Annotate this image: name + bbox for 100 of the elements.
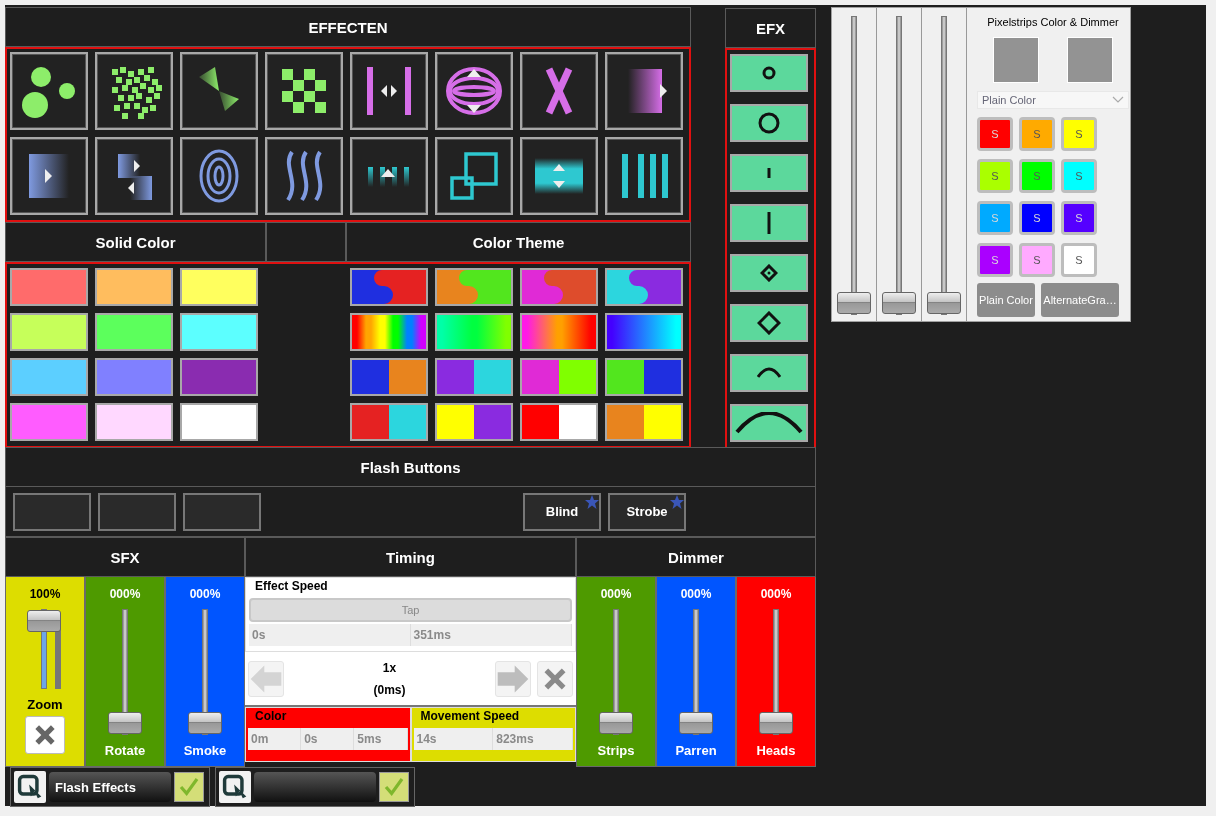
color-button[interactable]	[95, 403, 173, 441]
color-theme-button[interactable]	[520, 268, 598, 306]
short-line-icon	[767, 168, 771, 178]
slider-handle[interactable]	[599, 712, 633, 734]
flash-button[interactable]	[98, 492, 176, 531]
time-field[interactable]: 0s	[249, 624, 411, 646]
percent-label: 000%	[189, 587, 221, 603]
efx-button[interactable]	[730, 354, 808, 392]
color-theme-button[interactable]	[520, 403, 598, 441]
efx-button[interactable]	[730, 104, 808, 142]
color-button[interactable]: S	[977, 159, 1013, 193]
time-field[interactable]: 14s	[413, 728, 494, 750]
color-button[interactable]: S	[1019, 159, 1055, 193]
color-theme-button[interactable]	[605, 268, 683, 306]
color-theme-button[interactable]	[350, 313, 428, 351]
check-button[interactable]	[174, 772, 204, 802]
effect-button[interactable]	[180, 137, 258, 215]
preset-dropdown[interactable]: Plain Color	[977, 91, 1129, 109]
color-button[interactable]: S	[1019, 243, 1055, 277]
color-button[interactable]	[180, 313, 258, 351]
effect-button[interactable]	[350, 137, 428, 215]
color-theme-button[interactable]	[435, 313, 513, 351]
flash-button[interactable]: Strobe	[608, 492, 686, 531]
slider-handle[interactable]	[188, 712, 222, 734]
color-button[interactable]	[95, 313, 173, 351]
cue-name-field[interactable]	[254, 772, 376, 802]
flash-button[interactable]: Blind	[523, 492, 601, 531]
effect-button[interactable]	[265, 52, 343, 130]
color-button[interactable]	[180, 268, 258, 306]
effect-button[interactable]	[10, 52, 88, 130]
color-button[interactable]	[10, 403, 88, 441]
reset-button[interactable]	[25, 716, 65, 754]
color-button[interactable]	[95, 358, 173, 396]
clear-button[interactable]	[537, 660, 573, 697]
color-theme-button[interactable]	[435, 268, 513, 306]
color-button[interactable]	[10, 358, 88, 396]
flash-button[interactable]	[13, 492, 91, 531]
effect-button[interactable]	[520, 137, 598, 215]
color-button[interactable]	[180, 403, 258, 441]
color-theme-button[interactable]	[350, 403, 428, 441]
slider-handle[interactable]	[882, 292, 916, 314]
color-theme-button[interactable]	[520, 358, 598, 396]
color-button[interactable]	[95, 268, 173, 306]
effect-button[interactable]	[180, 52, 258, 130]
slider-handle[interactable]	[759, 712, 793, 734]
color-button[interactable]: S	[977, 243, 1013, 277]
color-theme-button[interactable]	[605, 313, 683, 351]
effect-button[interactable]	[265, 137, 343, 215]
slider-handle[interactable]	[27, 610, 61, 632]
color-theme-button[interactable]	[350, 358, 428, 396]
color-button[interactable]	[10, 268, 88, 306]
section-header: SFX	[5, 537, 245, 577]
color-button[interactable]: S	[1019, 201, 1055, 235]
time-field[interactable]: 351ms	[410, 624, 572, 646]
color-theme-button[interactable]	[350, 268, 428, 306]
slider-label: Strips	[597, 743, 635, 758]
effect-button[interactable]	[435, 52, 513, 130]
color-theme-button[interactable]	[605, 358, 683, 396]
effect-button[interactable]	[95, 137, 173, 215]
effect-button[interactable]	[95, 52, 173, 130]
cue-button[interactable]	[14, 771, 46, 803]
color-theme-button[interactable]	[435, 358, 513, 396]
check-button[interactable]	[379, 772, 409, 802]
effect-button[interactable]	[605, 52, 683, 130]
effect-button[interactable]	[350, 52, 428, 130]
slider-handle[interactable]	[108, 712, 142, 734]
color-button[interactable]: S	[1061, 201, 1097, 235]
color-theme-button[interactable]	[435, 403, 513, 441]
time-field[interactable]: 823ms	[493, 728, 573, 750]
color-button[interactable]: S	[1061, 159, 1097, 193]
effect-button[interactable]	[605, 137, 683, 215]
slider-handle[interactable]	[679, 712, 713, 734]
efx-button[interactable]	[730, 404, 808, 442]
slider-handle[interactable]	[927, 292, 961, 314]
color-swatch[interactable]	[1067, 37, 1113, 83]
slider-handle[interactable]	[837, 292, 871, 314]
color-theme-button[interactable]	[605, 403, 683, 441]
cue-button[interactable]	[219, 771, 251, 803]
color-button[interactable]: S	[1061, 243, 1097, 277]
color-button[interactable]	[10, 313, 88, 351]
effect-button[interactable]	[435, 137, 513, 215]
color-button[interactable]: S	[977, 117, 1013, 151]
color-swatch[interactable]	[993, 37, 1039, 83]
effect-button[interactable]	[520, 52, 598, 130]
flash-button[interactable]	[183, 492, 261, 531]
diamond-icon	[757, 311, 781, 335]
efx-button[interactable]	[730, 304, 808, 342]
slider-label: Parren	[675, 743, 717, 758]
time-field[interactable]: 0m	[248, 728, 302, 750]
color-theme-button[interactable]	[520, 313, 598, 351]
color-button[interactable]: S	[1061, 117, 1097, 151]
time-field[interactable]: 0s	[301, 728, 355, 750]
color-button[interactable]: S	[1019, 117, 1055, 151]
color-button[interactable]	[180, 358, 258, 396]
efx-button[interactable]	[730, 254, 808, 292]
tap-button[interactable]: Tap	[249, 598, 572, 622]
cue-name-field[interactable]: Flash Effects	[49, 772, 171, 802]
efx-button[interactable]	[730, 54, 808, 92]
time-field[interactable]: 5ms	[354, 728, 408, 750]
effect-button[interactable]	[10, 137, 88, 215]
